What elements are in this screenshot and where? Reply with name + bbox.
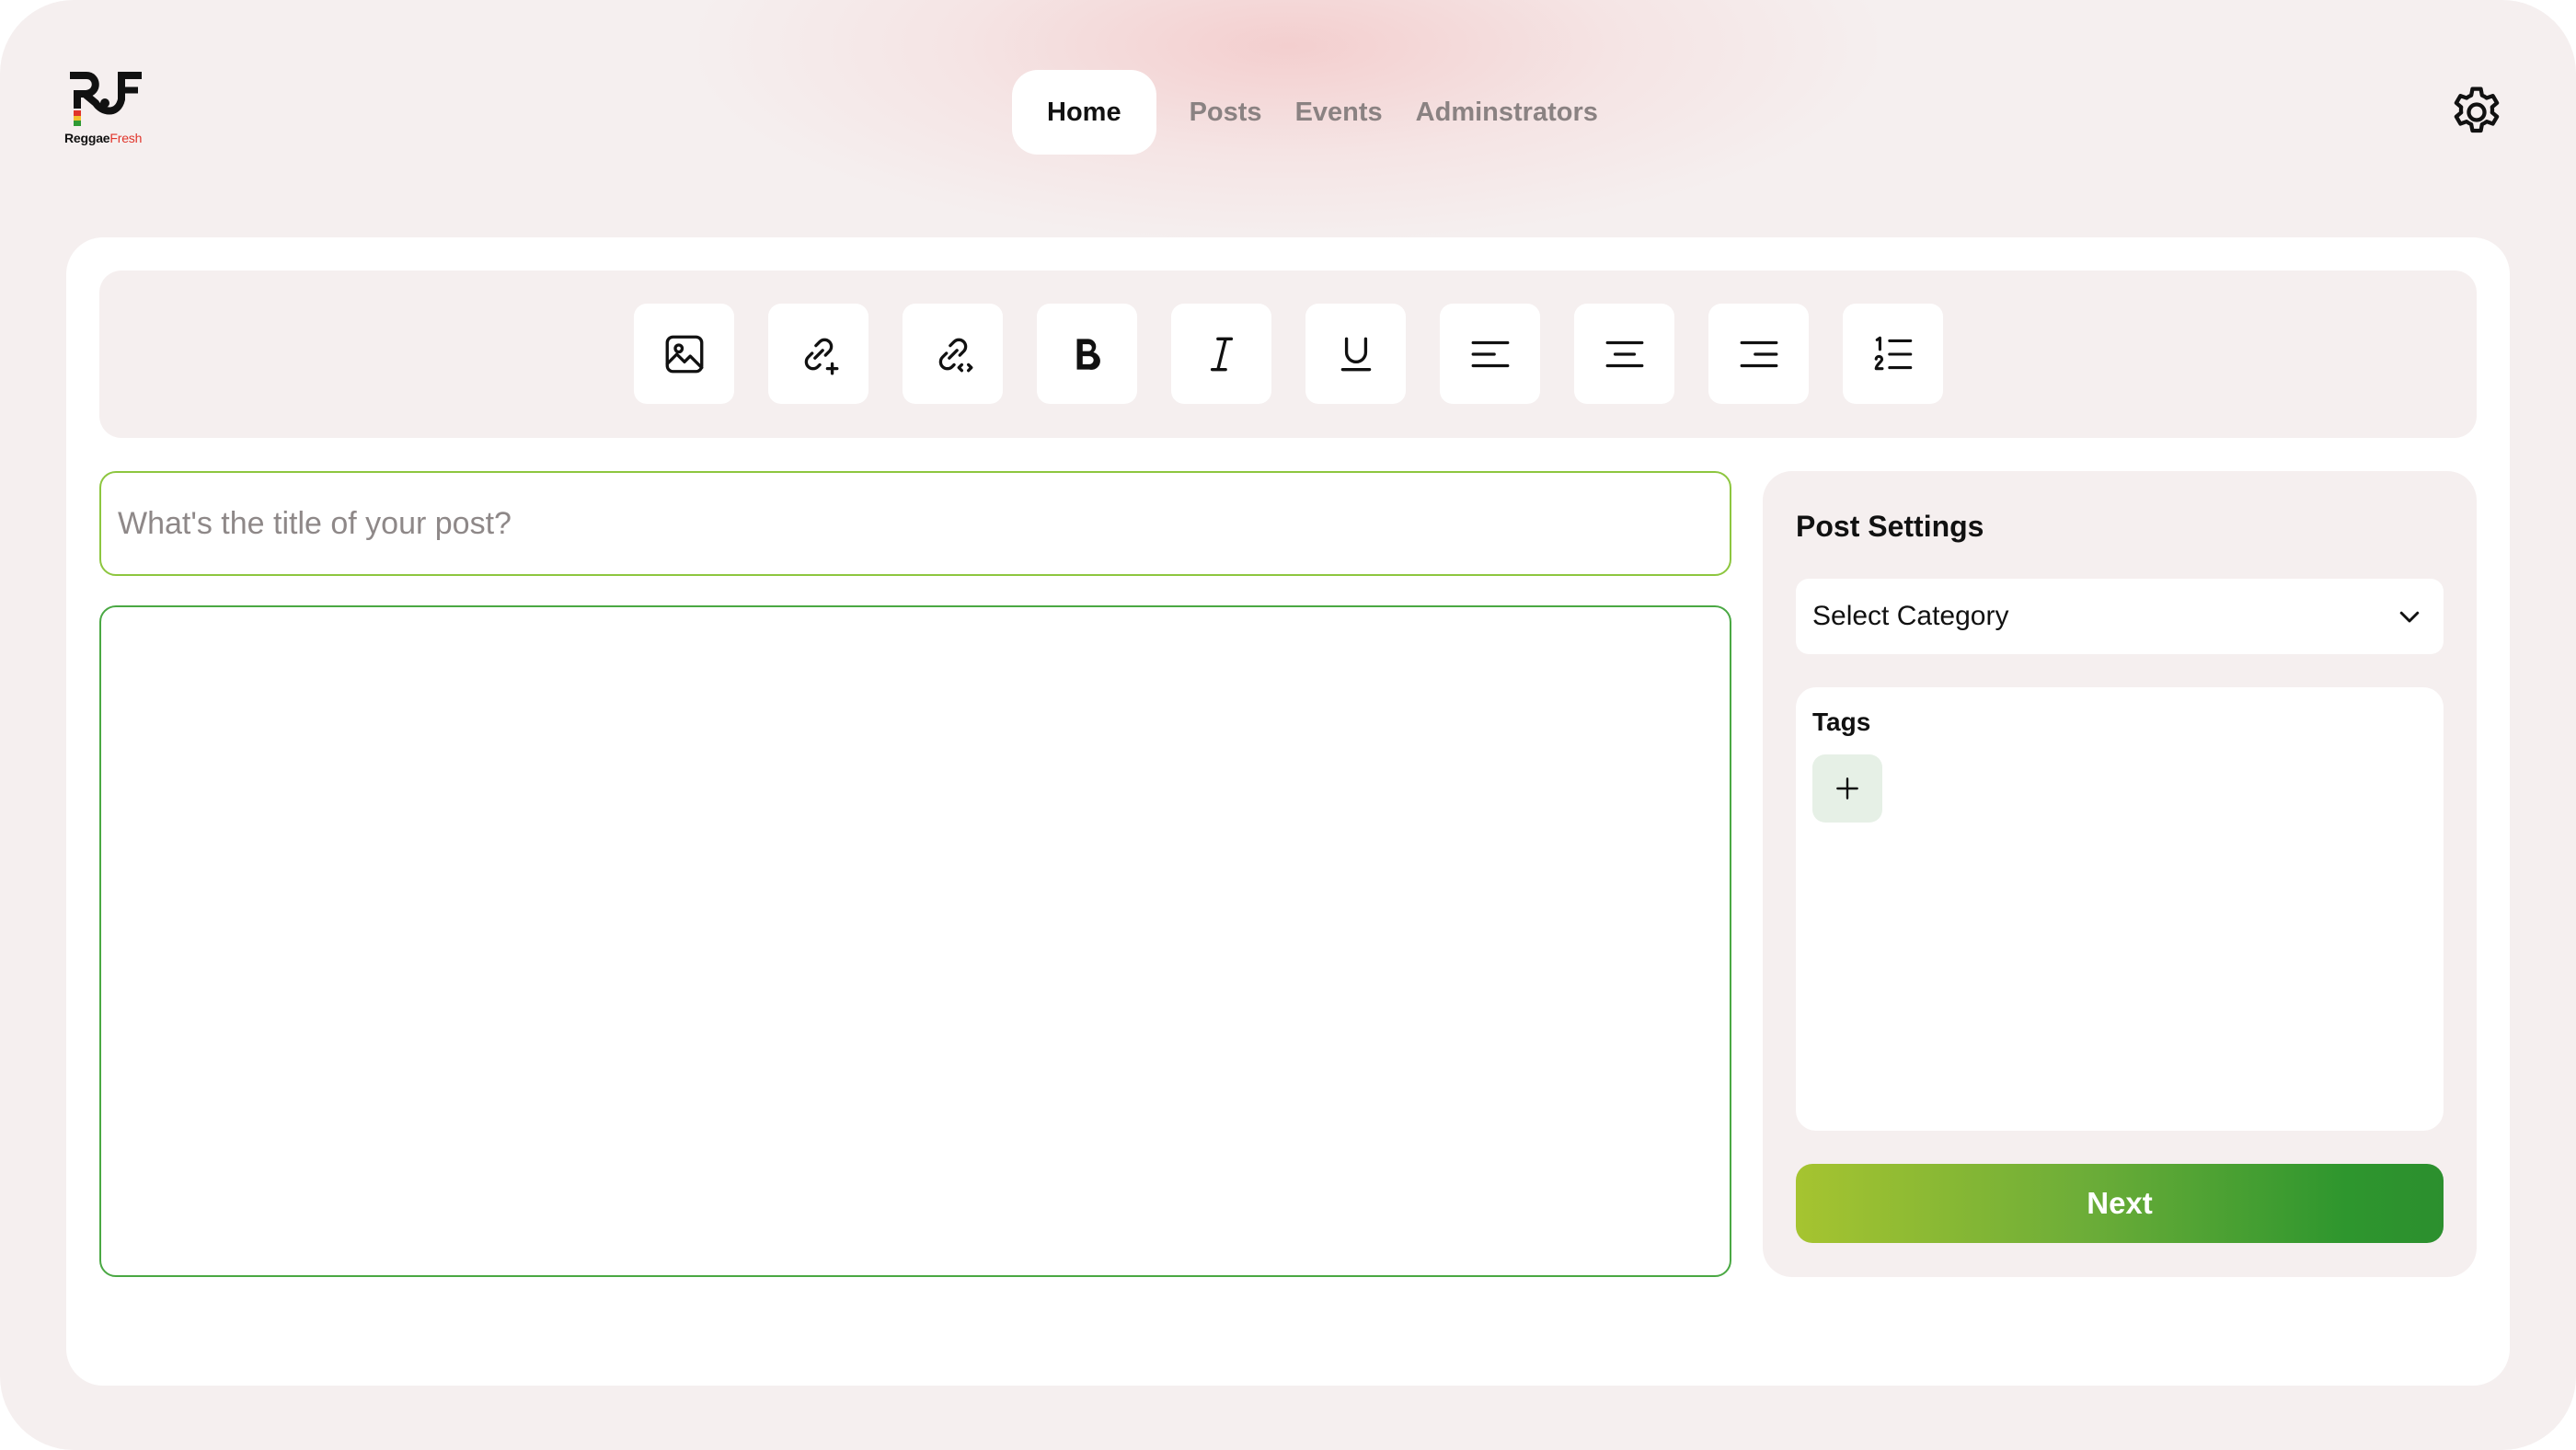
numbered-list-icon [1874, 336, 1912, 370]
add-tag-button[interactable] [1812, 754, 1882, 823]
align-left-button[interactable] [1440, 304, 1540, 404]
post-title-input[interactable] [99, 471, 1731, 576]
align-right-icon [1740, 340, 1777, 367]
app-window: ReggaeFresh Home Posts Events Adminstrat… [0, 0, 2576, 1450]
bold-button[interactable] [1037, 304, 1137, 404]
embed-link-icon [938, 338, 972, 372]
add-link-icon [804, 338, 838, 374]
align-left-icon [1471, 340, 1509, 367]
align-right-button[interactable] [1708, 304, 1809, 404]
italic-button[interactable] [1171, 304, 1271, 404]
nav-events[interactable]: Events [1279, 70, 1399, 155]
formatting-toolbar [99, 270, 2477, 438]
insert-image-button[interactable] [634, 304, 734, 404]
category-select[interactable]: Select Category [1796, 579, 2444, 654]
embed-link-button[interactable] [903, 304, 1003, 404]
post-settings-panel: Post Settings Select Category Tags Next [1763, 471, 2477, 1277]
post-editor-card: Post Settings Select Category Tags Next [66, 237, 2510, 1386]
nav-administrators[interactable]: Adminstrators [1399, 70, 1615, 155]
italic-icon [1210, 337, 1233, 371]
bold-icon [1076, 338, 1100, 370]
underline-icon [1340, 337, 1371, 371]
settings-button[interactable] [2447, 83, 2506, 142]
main-nav: Home Posts Events Adminstrators [1012, 70, 1615, 155]
logo-mark-icon [70, 72, 142, 126]
underline-button[interactable] [1305, 304, 1406, 404]
image-icon [665, 335, 703, 373]
tags-label: Tags [1812, 708, 1871, 736]
post-body-editor[interactable] [99, 605, 1731, 1277]
brand-name: ReggaeFresh [64, 131, 143, 145]
plus-icon [1836, 777, 1858, 800]
next-button[interactable]: Next [1796, 1164, 2444, 1243]
post-settings-title: Post Settings [1796, 510, 1984, 543]
align-center-icon [1605, 340, 1643, 367]
align-center-button[interactable] [1574, 304, 1674, 404]
chevron-down-icon [2399, 611, 2420, 623]
nav-home[interactable]: Home [1012, 70, 1156, 155]
tags-section: Tags [1796, 687, 2444, 1131]
gear-icon [2454, 86, 2500, 133]
category-select-value: Select Category [1812, 601, 2009, 631]
nav-posts[interactable]: Posts [1173, 70, 1279, 155]
brand-logo[interactable]: ReggaeFresh [64, 72, 156, 147]
numbered-list-button[interactable] [1843, 304, 1943, 404]
add-link-button[interactable] [768, 304, 868, 404]
